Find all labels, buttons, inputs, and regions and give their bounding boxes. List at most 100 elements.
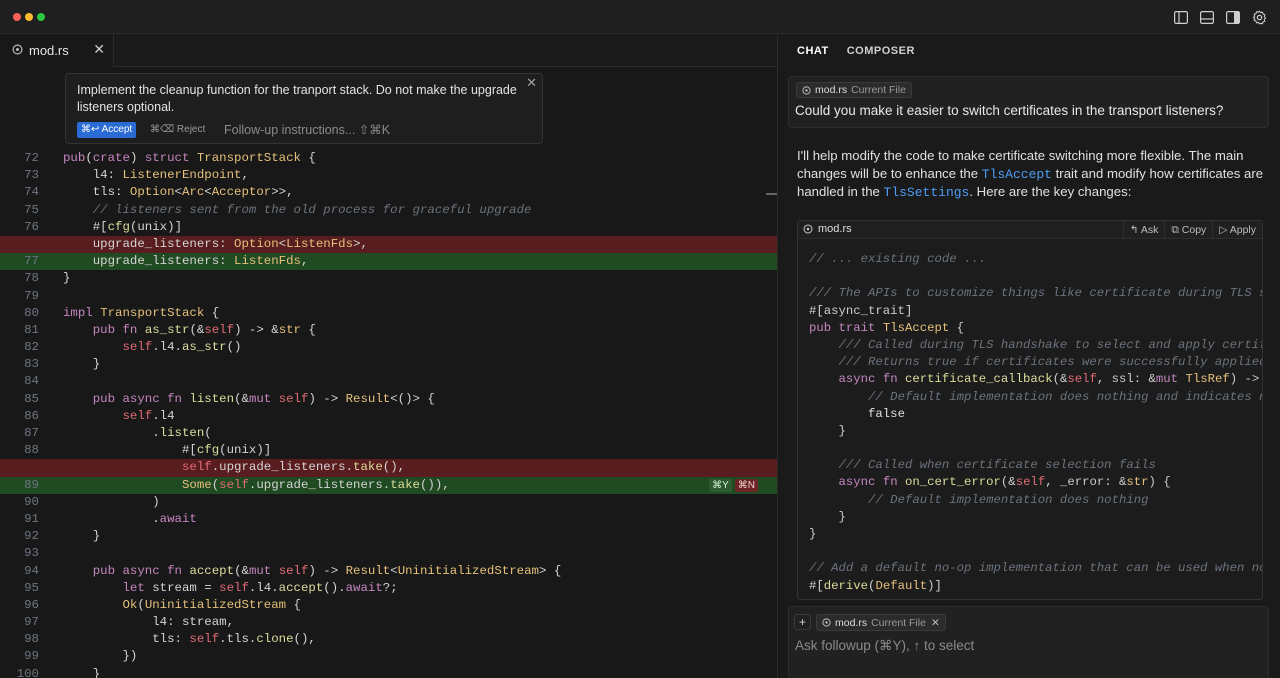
code-line[interactable]: 94 pub async fn accept(&mut self) -> Res… (0, 563, 777, 580)
line-number: 72 (24, 151, 39, 165)
deleted-code-line[interactable]: upgrade_listeners: Option<ListenFds>, (0, 235, 777, 254)
added-code-line[interactable]: 89 Some(self.upgrade_listeners.take()), ⌘… (0, 476, 777, 494)
gear-icon[interactable] (1250, 8, 1268, 26)
code-line[interactable]: 92 } (0, 528, 777, 545)
file-context-chip[interactable]: mod.rs Current File (796, 82, 912, 98)
maximize-window-button[interactable] (37, 13, 45, 21)
code-line[interactable]: 82 self.l4.as_str() (0, 339, 777, 356)
line-text: pub fn as_str(&self) -> &str { (92, 322, 316, 337)
code-block-line: /// The APIs to customize things like ce… (809, 286, 1263, 301)
title-bar (0, 0, 1280, 34)
code-line[interactable]: 87 .listen( (0, 425, 777, 442)
added-code-line[interactable]: 77 upgrade_listeners: ListenFds, (0, 253, 777, 271)
code-line[interactable]: 74 tls: Option<Arc<Acceptor>>, (0, 184, 777, 201)
line-number: 82 (24, 340, 39, 355)
user-question: Could you make it easier to switch certi… (795, 103, 1224, 118)
line-number: 98 (24, 632, 39, 647)
code-line[interactable]: 91 .await (0, 511, 777, 528)
code-ref-tlsaccept[interactable]: TlsAccept (982, 167, 1052, 182)
line-number: 92 (24, 529, 39, 544)
add-context-button[interactable]: + (794, 614, 811, 630)
panel-bottom-icon[interactable] (1198, 8, 1216, 26)
chip-file-name: mod.rs (835, 616, 868, 629)
code-line[interactable]: 100 } (0, 666, 777, 678)
line-number: 96 (24, 597, 39, 612)
line-number: 99 (24, 649, 39, 664)
reject-diff-button[interactable]: ⌘N (734, 478, 758, 492)
code-ref-tlssettings[interactable]: TlsSettings (884, 185, 970, 200)
prompt-text: Implement the cleanup function for the t… (77, 83, 517, 114)
code-lines[interactable]: 72 pub(crate) struct TransportStack {73 l… (0, 150, 777, 678)
deleted-code-line[interactable]: self.upgrade_listeners.take(), (0, 459, 777, 477)
remove-chip-icon[interactable]: ✕ (931, 617, 940, 629)
code-line[interactable]: 79 (0, 288, 777, 305)
code-block-line: /// Returns true if certificates were su… (838, 355, 1263, 370)
code-line[interactable]: 86 self.l4 (0, 408, 777, 425)
code-line[interactable]: 78} (0, 270, 777, 287)
play-icon: ▷ (1219, 224, 1230, 236)
accept-button[interactable]: ⌘↩ Accept (77, 122, 137, 138)
tab-mod-rs[interactable]: mod.rs ✕ (0, 34, 114, 67)
file-context-chip[interactable]: mod.rs Current File ✕ (816, 614, 946, 631)
rust-file-icon (12, 43, 23, 58)
minimize-window-button[interactable] (25, 13, 33, 21)
code-line[interactable]: 81 pub fn as_str(&self) -> &str { (0, 322, 777, 339)
code-line[interactable]: 93 (0, 545, 777, 562)
chat-input-field[interactable]: Ask followup (⌘Y), ↑ to select (795, 638, 974, 654)
line-number: 80 (24, 305, 39, 320)
code-line[interactable]: 72 pub(crate) struct TransportStack { (0, 150, 777, 167)
editor-tab-bar: mod.rs ✕ (0, 34, 777, 67)
line-number: 75 (24, 202, 39, 217)
code-line[interactable]: 96 Ok(UninitializedStream { (0, 597, 777, 614)
line-text: pub async fn accept(&mut self) -> Result… (92, 563, 562, 578)
code-line[interactable]: 83 } (0, 356, 777, 373)
apply-button[interactable]: ▷ Apply (1212, 221, 1262, 239)
chat-tab-bar: CHAT COMPOSER (779, 34, 1280, 67)
line-text: .await (63, 511, 197, 526)
code-block-line: } (809, 527, 817, 541)
line-text: Ok(UninitializedStream { (122, 597, 301, 612)
line-number: 88 (24, 443, 39, 458)
code-block-content[interactable]: // ... existing code ... /// The APIs to… (809, 251, 1263, 595)
copy-label: Copy (1181, 224, 1207, 236)
accept-diff-button[interactable]: ⌘Y (709, 478, 732, 492)
line-number: 74 (24, 185, 39, 200)
code-line[interactable]: 85 pub async fn listen(&mut self) -> Res… (0, 391, 777, 408)
code-editor: mod.rs ✕ Implement the cleanup function … (0, 34, 778, 678)
reject-button[interactable]: ⌘⌫ Reject (150, 122, 205, 138)
copy-icon: ⧉ (1171, 224, 1182, 236)
line-number: 84 (24, 374, 39, 389)
close-tab-icon[interactable]: ✕ (93, 41, 105, 58)
code-line[interactable]: 88 #[cfg(unix)] (0, 442, 777, 459)
close-window-button[interactable] (13, 13, 21, 21)
code-line[interactable]: 90 ) (0, 494, 777, 511)
code-block-line: async fn on_cert_error(&self, _error: &s… (838, 475, 1171, 490)
ask-button[interactable]: ↰ Ask (1122, 221, 1165, 239)
code-line[interactable]: 73 l4: ListenerEndpoint, (0, 167, 777, 184)
code-block-line: // Default implementation does nothing a… (868, 389, 1263, 404)
chip-subtitle: Current File (851, 84, 906, 96)
code-line[interactable]: 80 impl TransportStack { (0, 305, 777, 322)
code-block-line: #[derive(Default)] (809, 578, 942, 593)
code-block-line (809, 268, 1262, 285)
answer-text-3: . Here are the key changes: (969, 184, 1132, 200)
code-line[interactable]: 84 (0, 373, 777, 390)
reply-icon: ↰ (1129, 224, 1141, 236)
rust-file-icon (802, 85, 811, 95)
code-line[interactable]: 99 }) (0, 648, 777, 665)
code-line[interactable]: 75 // listeners sent from the old proces… (0, 202, 777, 219)
tab-composer[interactable]: COMPOSER (847, 45, 915, 57)
code-line[interactable]: 98 tls: self.tls.clone(), (0, 631, 777, 648)
code-line[interactable]: 97 l4: stream, (0, 614, 777, 631)
sidebar-right-icon[interactable] (1224, 8, 1242, 26)
code-line[interactable]: 95 let stream = self.l4.accept().await?; (0, 580, 777, 597)
line-text: ) (63, 494, 160, 509)
followup-input[interactable]: Follow-up instructions... ⇧⌘K (224, 121, 390, 139)
prompt-close-icon[interactable]: ✕ (526, 75, 537, 91)
copy-button[interactable]: ⧉ Copy (1164, 221, 1212, 239)
code-block-line (809, 440, 1262, 457)
code-block-line: // Add a default no-op implementation th… (809, 561, 1263, 576)
code-line[interactable]: 76 #[cfg(unix)] (0, 219, 777, 236)
sidebar-left-icon[interactable] (1172, 8, 1190, 26)
tab-chat[interactable]: CHAT (797, 45, 829, 57)
